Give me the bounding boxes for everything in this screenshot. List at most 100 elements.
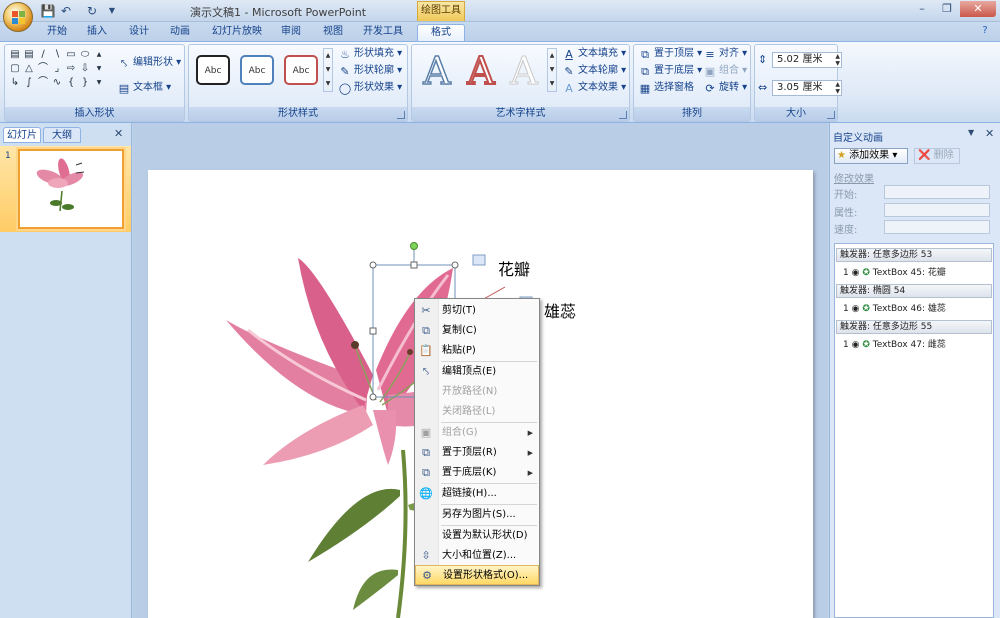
selection-pane-button[interactable]: ▦ 选择窗格 — [638, 80, 694, 96]
qat-customize-icon[interactable]: ▼ — [104, 3, 120, 19]
edit-shape-button[interactable]: ⤣ 编辑形状 ▾ — [117, 55, 181, 71]
tab-review[interactable]: 审阅 — [274, 24, 308, 42]
minimize-button[interactable]: – — [910, 1, 934, 17]
close-pane-icon[interactable]: ✕ — [985, 127, 994, 140]
more-shapes-icon[interactable]: ▼ — [92, 76, 106, 90]
rectangle-shape-icon[interactable]: ▭ — [64, 48, 78, 62]
menu-item-save-as-picture[interactable]: 另存为图片(S)... — [415, 505, 539, 525]
redo-icon[interactable]: ↻ — [84, 3, 100, 19]
curve-shape-icon[interactable]: ∫ — [22, 76, 36, 90]
tab-outline[interactable]: 大纲 — [43, 127, 81, 143]
menu-item-copy[interactable]: ⧉ 复制(C) — [415, 321, 539, 341]
wordart-style-light[interactable]: A — [503, 50, 545, 93]
tab-view[interactable]: 视图 — [316, 24, 350, 42]
shape-style-black[interactable]: Abc — [196, 55, 230, 85]
menu-item-cut[interactable]: ✂ 剪切(T) — [415, 301, 539, 321]
restore-button[interactable]: ❐ — [935, 1, 959, 17]
animation-item[interactable]: 1 ◉ ✪ TextBox 45: 花瓣 — [843, 265, 946, 278]
speed-select[interactable] — [884, 220, 990, 234]
animation-item[interactable]: 1 ◉ ✪ TextBox 47: 雌蕊 — [843, 337, 946, 350]
tab-insert[interactable]: 插入 — [80, 24, 114, 42]
textbox-button[interactable]: ▤ 文本框 ▾ — [117, 80, 171, 96]
menu-item-set-default-shape[interactable]: 设置为默认形状(D) — [415, 526, 539, 546]
remove-button[interactable]: ❌ 删除 — [914, 148, 960, 164]
dialog-launcher-icon[interactable] — [619, 111, 627, 119]
shape-height-input[interactable]: 5.02 厘米 ▲ ▼ — [772, 52, 842, 68]
brace-shape-icon[interactable]: { — [64, 76, 78, 90]
wordart-style-outline-red[interactable]: A — [460, 49, 502, 93]
tab-developer[interactable]: 开发工具 — [358, 24, 408, 42]
menu-item-send-back[interactable]: ⧉ 置于底层(K) ▶ — [415, 463, 539, 483]
triangle-shape-icon[interactable]: △ — [22, 62, 36, 76]
tab-animation[interactable]: 动画 — [163, 24, 197, 42]
line-shape-icon[interactable]: ∕ — [36, 48, 50, 62]
wordart-style-outline-blue[interactable]: A — [416, 49, 458, 93]
tab-slideshow[interactable]: 幻灯片放映 — [204, 24, 270, 42]
textbox-shape-icon[interactable]: ▤ — [8, 48, 22, 62]
shape-fill-button[interactable]: ♨ 形状填充 ▾ — [338, 46, 402, 62]
menu-item-edit-points[interactable]: ⤣ 编辑顶点(E) — [415, 362, 539, 382]
shape-gallery[interactable]: ▤ ▤ ∕ ∖ ▭ ⬭ ▲ ▢ △ ⌒ ⌟ ⇨ ⇩ ▼ ↳ ∫ ⌒ ∿ { } … — [8, 48, 106, 92]
rounded-rect-shape-icon[interactable]: ▢ — [8, 62, 22, 76]
menu-item-group[interactable]: ▣ 组合(G) ▶ — [415, 423, 539, 443]
send-back-button[interactable]: ⧉ 置于底层 ▾ — [638, 63, 702, 79]
undo-icon[interactable]: ↶ — [58, 3, 74, 19]
text-fill-button[interactable]: A 文本填充 ▾ — [562, 46, 626, 62]
office-button[interactable] — [3, 2, 33, 32]
add-effect-button[interactable]: ★ 添加效果 ▾ — [834, 148, 908, 164]
menu-item-close-path[interactable]: 关闭路径(L) — [415, 402, 539, 422]
animation-list[interactable] — [834, 243, 994, 618]
spin-arrows-icon[interactable]: ▲ ▼ — [835, 53, 840, 67]
dialog-launcher-icon[interactable] — [397, 111, 405, 119]
shape-style-blue[interactable]: Abc — [240, 55, 274, 85]
spin-arrows-icon[interactable]: ▲ ▼ — [835, 81, 840, 95]
text-outline-button[interactable]: ✎ 文本轮廓 ▾ — [562, 63, 626, 79]
menu-item-paste[interactable]: 📋 粘贴(P) — [415, 341, 539, 361]
tab-design[interactable]: 设计 — [122, 24, 156, 42]
pane-options-icon[interactable]: ▼ — [968, 128, 974, 137]
close-pane-icon[interactable]: ✕ — [114, 127, 123, 140]
trigger-header[interactable]: 触发器: 椭圆 54 — [836, 284, 992, 298]
arc-shape-icon[interactable]: ⌒ — [36, 76, 50, 90]
label-stamen[interactable]: 雄蕊 — [544, 298, 576, 322]
scroll-down-icon[interactable]: ▼ — [92, 62, 106, 76]
brace-shape-icon[interactable]: } — [78, 76, 92, 90]
rotate-button[interactable]: ⟳ 旋转 ▾ — [703, 80, 747, 96]
shape-style-red[interactable]: Abc — [284, 55, 318, 85]
arrow-down-shape-icon[interactable]: ⇩ — [78, 62, 92, 76]
scroll-up-icon[interactable]: ▲ — [92, 48, 106, 62]
menu-item-open-path[interactable]: 开放路径(N) — [415, 382, 539, 402]
close-button[interactable]: ✕ — [960, 1, 996, 17]
textbox-shape-icon[interactable]: ▤ — [22, 48, 36, 62]
tab-home[interactable]: 开始 — [40, 24, 74, 42]
trigger-header[interactable]: 触发器: 任意多边形 53 — [836, 248, 992, 262]
slide-thumbnail[interactable] — [18, 149, 124, 229]
shape-effects-button[interactable]: ◯ 形状效果 ▾ — [338, 80, 402, 96]
group-button[interactable]: ▣ 组合 ▾ — [703, 63, 747, 79]
freeform-shape-icon[interactable]: ∿ — [50, 76, 64, 90]
label-petal[interactable]: 花瓣 — [498, 256, 530, 280]
line-shape-icon[interactable]: ∖ — [50, 48, 64, 62]
trigger-header[interactable]: 触发器: 任意多边形 55 — [836, 320, 992, 334]
bring-front-button[interactable]: ⧉ 置于顶层 ▾ — [638, 46, 702, 62]
align-button[interactable]: ≡ 对齐 ▾ — [703, 46, 747, 62]
help-icon[interactable]: ? — [978, 25, 992, 39]
wordart-gallery-scroll[interactable]: ▲ ▼ ▼ — [547, 48, 557, 92]
oval-shape-icon[interactable]: ⬭ — [78, 48, 92, 62]
property-select[interactable] — [884, 203, 990, 217]
connector-shape-icon[interactable]: ↳ — [8, 76, 22, 90]
tab-format[interactable]: 格式 — [417, 24, 465, 42]
menu-item-format-shape[interactable]: ⚙ 设置形状格式(O)... — [415, 565, 539, 585]
save-icon[interactable]: 💾 — [40, 3, 56, 19]
start-select[interactable] — [884, 185, 990, 199]
tab-slides[interactable]: 幻灯片 — [3, 127, 41, 143]
text-effects-button[interactable]: A 文本效果 ▾ — [562, 80, 626, 96]
arrow-right-shape-icon[interactable]: ⇨ — [64, 62, 78, 76]
connector-shape-icon[interactable]: ⌒ — [36, 62, 50, 76]
menu-item-size-position[interactable]: ⇳ 大小和位置(Z)... — [415, 546, 539, 566]
menu-item-bring-front[interactable]: ⧉ 置于顶层(R) ▶ — [415, 443, 539, 463]
menu-item-hyperlink[interactable]: 🌐 超链接(H)... — [415, 484, 539, 504]
shape-width-input[interactable]: 3.05 厘米 ▲ ▼ — [772, 80, 842, 96]
animation-item[interactable]: 1 ◉ ✪ TextBox 46: 雄蕊 — [843, 301, 946, 314]
shape-outline-button[interactable]: ✎ 形状轮廓 ▾ — [338, 63, 402, 79]
